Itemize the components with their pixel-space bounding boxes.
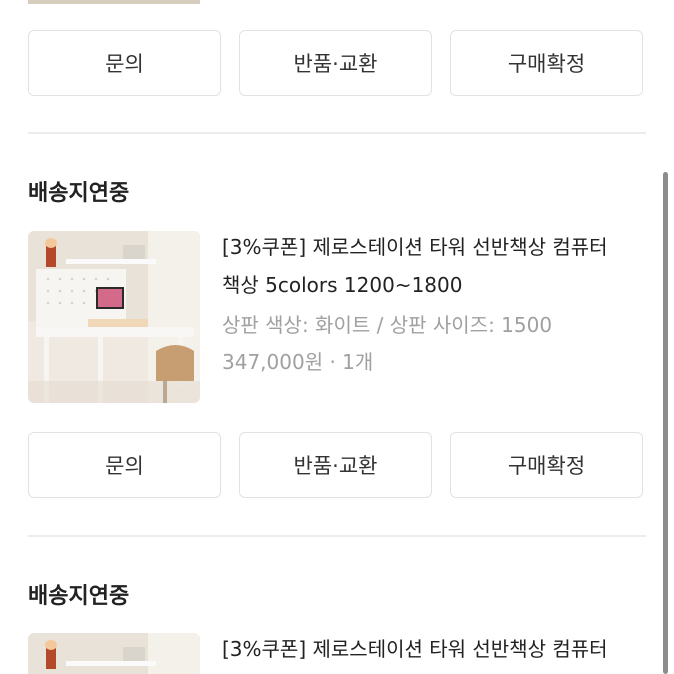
confirm-purchase-button[interactable]: 구매확정 [450,432,643,498]
scrollbar[interactable] [663,172,668,674]
product-option: 상판 색상: 화이트 / 상판 사이즈: 1500 [222,313,553,337]
product-price-quantity: 347,000원 · 1개 [222,350,374,374]
product-title-line2: 책상 5colors 1200~1800 [222,273,463,297]
return-exchange-button[interactable]: 반품·교환 [239,432,432,498]
order-divider [28,132,646,134]
order-status: 배송지연중 [28,584,130,609]
product-title-line1: [3%쿠폰] 제로스테이션 타워 선반책상 컴퓨터 [222,235,608,259]
desk-image-icon [28,231,200,403]
product-title[interactable]: [3%쿠폰] 제로스테이션 타워 선반책상 컴퓨터 [222,630,652,668]
return-exchange-button[interactable]: 반품·교환 [239,30,432,96]
desk-image-icon [28,633,200,674]
product-thumbnail[interactable] [28,231,200,403]
inquiry-button[interactable]: 문의 [28,30,221,96]
product-title[interactable]: [3%쿠폰] 제로스테이션 타워 선반책상 컴퓨터 책상 5colors 120… [222,228,652,304]
order-status: 배송지연중 [28,181,130,206]
product-thumbnail[interactable] [28,633,200,674]
order-divider [28,535,646,537]
product-title-line1: [3%쿠폰] 제로스테이션 타워 선반책상 컴퓨터 [222,637,608,661]
confirm-purchase-button[interactable]: 구매확정 [450,30,643,96]
inquiry-button[interactable]: 문의 [28,432,221,498]
previous-item-clip [28,0,200,4]
